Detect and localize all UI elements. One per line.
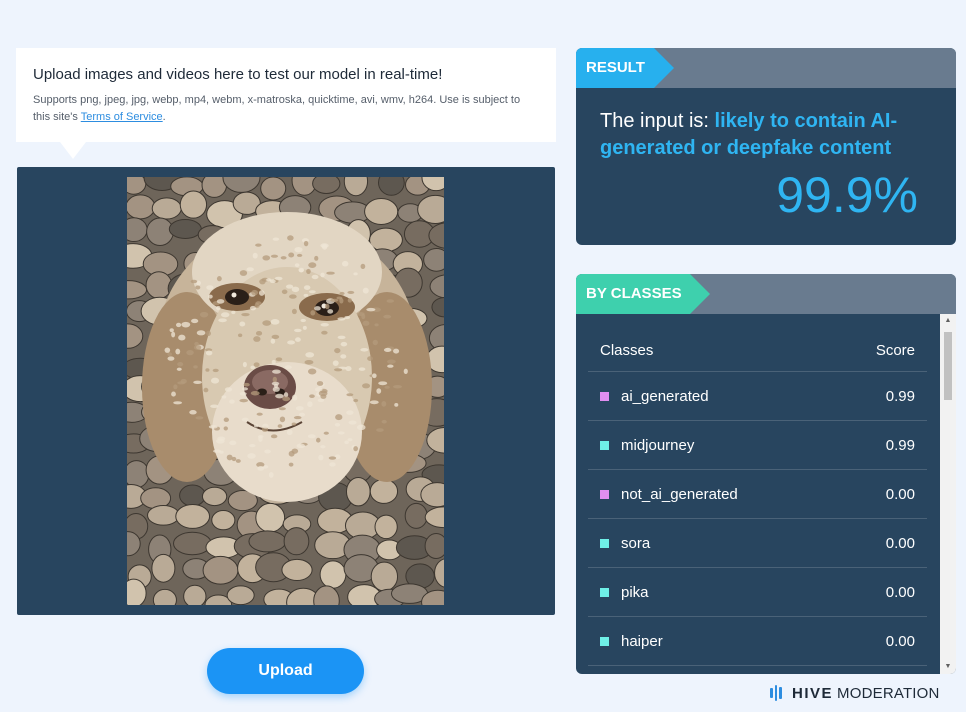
- class-color-swatch: [600, 391, 609, 401]
- brand-name-light: MODERATION: [837, 684, 940, 702]
- upload-button[interactable]: Upload: [207, 648, 364, 694]
- classes-body[interactable]: Classes Score ai_generated 0.99 midjourney…: [576, 314, 956, 674]
- hive-logo-icon: [770, 685, 784, 701]
- class-score: 0.00: [885, 485, 915, 503]
- class-color-swatch: [600, 538, 609, 548]
- class-row: pika 0.00: [588, 568, 927, 617]
- class-color-swatch: [600, 636, 609, 646]
- terms-of-service-link[interactable]: Terms of Service: [81, 111, 163, 123]
- upload-info-title: Upload images and videos here to test ou…: [33, 66, 443, 83]
- classes-scrollbar[interactable]: ▲ ▼: [940, 314, 956, 674]
- class-row: ai_generated 0.99: [588, 372, 927, 421]
- class-score: 0.00: [885, 534, 915, 552]
- result-header: RESULT: [576, 48, 956, 88]
- class-score: 0.00: [885, 632, 915, 650]
- uploaded-image: [127, 177, 444, 605]
- class-row: sora 0.00: [588, 519, 927, 568]
- triangle-up-icon[interactable]: ▲: [940, 314, 956, 328]
- class-name: midjourney: [621, 436, 695, 454]
- classes-panel: BY CLASSES Classes Score ai_generated 0.9…: [576, 274, 956, 674]
- class-color-swatch: [600, 489, 609, 499]
- brand: HIVE MODERATION: [770, 684, 940, 702]
- class-score: 0.99: [885, 387, 915, 405]
- supports-suffix: .: [162, 111, 166, 123]
- triangle-down-icon[interactable]: ▼: [940, 660, 956, 674]
- result-panel: RESULT The input is: likely to contain A…: [576, 48, 956, 245]
- class-row: haiper 0.00: [588, 617, 927, 666]
- classes-header: BY CLASSES: [576, 274, 956, 314]
- header-classes: Classes: [600, 342, 654, 359]
- class-name: pika: [621, 583, 649, 601]
- class-name: sora: [621, 534, 651, 552]
- classes-table-header: Classes Score: [588, 330, 927, 372]
- class-row: midjourney 0.99: [588, 421, 927, 470]
- result-prefix: The input is:: [600, 110, 715, 132]
- result-tag: RESULT: [576, 48, 674, 88]
- classes-tag: BY CLASSES: [576, 274, 710, 314]
- classes-table: Classes Score ai_generated 0.99 midjourney…: [588, 330, 927, 666]
- brand-name-bold: HIVE: [792, 684, 834, 702]
- upload-info-supports: Supports png, jpeg, jpg, webp, mp4, webm…: [33, 92, 539, 126]
- class-name: ai_generated: [621, 387, 709, 405]
- class-name: haiper: [621, 632, 663, 650]
- class-row: not_ai_generated 0.00: [588, 470, 927, 519]
- result-percentage: 99.9%: [776, 167, 918, 223]
- result-text: The input is: likely to contain AI-gener…: [600, 108, 930, 162]
- class-color-swatch: [600, 587, 609, 597]
- class-score: 0.99: [885, 436, 915, 454]
- class-name: not_ai_generated: [621, 485, 738, 503]
- media-preview: [17, 167, 555, 615]
- class-score: 0.00: [885, 583, 915, 601]
- scrollbar-thumb[interactable]: [944, 332, 952, 400]
- class-color-swatch: [600, 440, 609, 450]
- header-score: Score: [875, 342, 915, 359]
- upload-info-card: Upload images and videos here to test ou…: [16, 48, 556, 159]
